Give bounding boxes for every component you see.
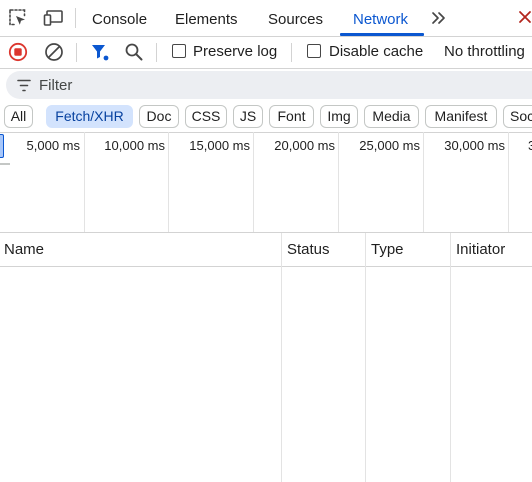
filter-funnel-icon[interactable] bbox=[90, 42, 110, 62]
filter-input[interactable]: Filter bbox=[6, 71, 532, 99]
type-filter-doc[interactable]: Doc bbox=[139, 105, 179, 128]
toolbar-divider bbox=[76, 43, 77, 62]
overview-tick-label: 20,000 ms bbox=[274, 138, 335, 153]
active-tab-indicator bbox=[340, 33, 424, 36]
type-filter-img[interactable]: Img bbox=[320, 105, 358, 128]
type-filter-socket[interactable]: Soc bbox=[503, 105, 532, 128]
overview-gridline bbox=[253, 132, 254, 232]
overview-gridline bbox=[338, 132, 339, 232]
overview-gridline bbox=[168, 132, 169, 232]
type-filter-fetch-xhr[interactable]: Fetch/XHR bbox=[46, 105, 133, 128]
overview-selection-handle[interactable] bbox=[0, 134, 4, 158]
tabbar-divider bbox=[75, 8, 76, 28]
type-filter-media[interactable]: Media bbox=[364, 105, 419, 128]
tab-elements[interactable]: Elements bbox=[175, 0, 238, 36]
overview-tick-label: 10,000 ms bbox=[104, 138, 165, 153]
filter-row: Filter bbox=[0, 69, 532, 101]
type-filter-all[interactable]: All bbox=[4, 105, 33, 128]
request-table-body bbox=[0, 267, 532, 482]
tab-sources[interactable]: Sources bbox=[268, 0, 323, 36]
overview-gridline bbox=[423, 132, 424, 232]
tab-network[interactable]: Network bbox=[353, 0, 408, 36]
column-header-initiator[interactable]: Initiator bbox=[456, 241, 505, 258]
toolbar-divider bbox=[156, 43, 157, 62]
throttling-select[interactable]: No throttling bbox=[444, 43, 525, 60]
disable-cache-label: Disable cache bbox=[329, 43, 424, 60]
overview-gridline bbox=[508, 132, 509, 232]
overview-tick-label: 15,000 ms bbox=[189, 138, 250, 153]
inspect-element-icon[interactable] bbox=[8, 8, 28, 28]
filter-icon bbox=[17, 79, 31, 92]
column-header-name[interactable]: Name bbox=[4, 241, 44, 258]
overview-tick-label: 30,000 ms bbox=[444, 138, 505, 153]
device-toolbar-icon[interactable] bbox=[43, 8, 65, 28]
type-filter-manifest[interactable]: Manifest bbox=[425, 105, 497, 128]
type-filter-js[interactable]: JS bbox=[233, 105, 263, 128]
preserve-log-checkbox[interactable] bbox=[172, 44, 186, 58]
column-header-type[interactable]: Type bbox=[371, 241, 404, 258]
tab-console[interactable]: Console bbox=[92, 0, 147, 36]
overview-gridline bbox=[84, 132, 85, 232]
overview-selection-tick bbox=[0, 163, 10, 165]
column-header-status[interactable]: Status bbox=[287, 241, 330, 258]
clear-log-icon[interactable] bbox=[44, 42, 64, 62]
more-tabs-chevron-icon[interactable] bbox=[430, 9, 448, 27]
overview-tick-label: 25,000 ms bbox=[359, 138, 420, 153]
timeline-overview[interactable]: 5,000 ms 10,000 ms 15,000 ms 20,000 ms 2… bbox=[0, 132, 532, 233]
type-filter-font[interactable]: Font bbox=[269, 105, 314, 128]
filter-placeholder: Filter bbox=[39, 77, 73, 94]
toolbar-divider bbox=[291, 43, 292, 62]
type-filter-css[interactable]: CSS bbox=[185, 105, 227, 128]
overview-tick-label: 3 bbox=[528, 138, 532, 153]
search-icon[interactable] bbox=[124, 42, 144, 62]
network-toolbar: Preserve log Disable cache No throttling bbox=[0, 37, 532, 69]
overview-tick-label: 5,000 ms bbox=[26, 138, 80, 153]
request-table-header: Name Status Type Initiator bbox=[0, 233, 532, 267]
disable-cache-checkbox[interactable] bbox=[307, 44, 321, 58]
close-devtools-icon[interactable] bbox=[517, 9, 532, 25]
devtools-tab-bar: Console Elements Sources Network bbox=[0, 0, 532, 37]
stop-recording-icon[interactable] bbox=[8, 42, 28, 62]
preserve-log-label: Preserve log bbox=[193, 43, 278, 60]
resource-type-filter-bar: All Fetch/XHR Doc CSS JS Font Img Media … bbox=[0, 101, 532, 133]
